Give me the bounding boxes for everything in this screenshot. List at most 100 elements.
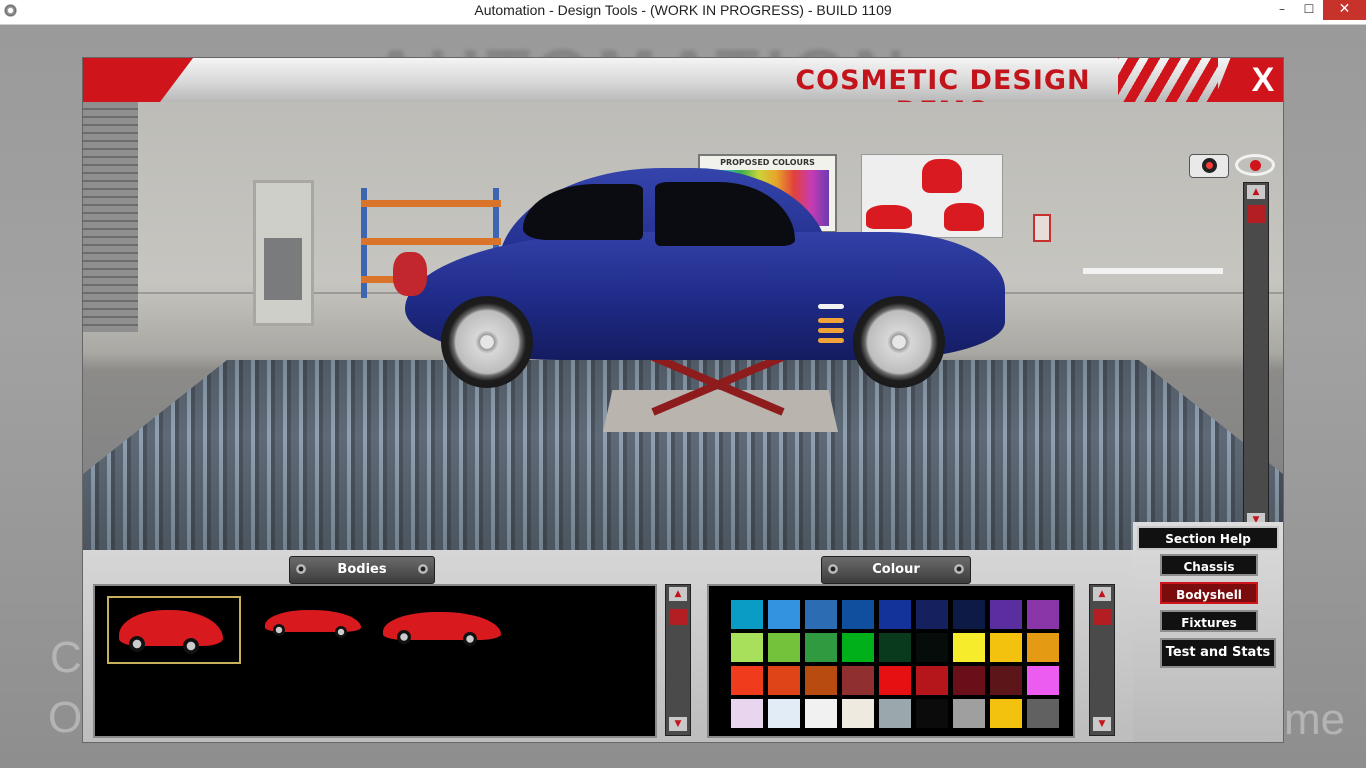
colour-swatch[interactable] — [805, 633, 837, 662]
colour-swatch[interactable] — [879, 633, 911, 662]
chevron-up-icon[interactable]: ▲ — [1093, 587, 1111, 601]
car-rear-window — [523, 184, 643, 240]
colour-swatch[interactable] — [953, 633, 985, 662]
garage-side-door — [253, 180, 314, 326]
rivet-icon — [296, 564, 306, 574]
colour-swatch[interactable] — [879, 699, 911, 728]
colour-swatch[interactable] — [916, 600, 948, 629]
bodies-title: Bodies — [337, 562, 387, 577]
door-window — [264, 238, 302, 300]
colour-swatch[interactable] — [842, 666, 874, 695]
colour-label: Colour — [821, 556, 971, 584]
colour-swatch[interactable] — [1027, 600, 1059, 629]
maximize-button[interactable]: ☐ — [1297, 0, 1321, 20]
scrollbar-thumb[interactable] — [669, 609, 687, 625]
body-thumb-hatchback[interactable] — [107, 596, 241, 664]
panel-title: COSMETIC DESIGN DEMO — [795, 65, 1091, 102]
window-titlebar: Automation - Design Tools - (WORK IN PRO… — [0, 0, 1366, 25]
bodyshell-button[interactable]: Bodyshell — [1160, 582, 1258, 604]
chevron-down-icon[interactable]: ▼ — [669, 717, 687, 731]
colour-swatch[interactable] — [953, 666, 985, 695]
extinguisher-sign — [1033, 214, 1051, 242]
car-vent — [818, 328, 844, 333]
colour-swatch[interactable] — [842, 699, 874, 728]
garage-door — [83, 102, 138, 332]
eye-icon[interactable] — [1235, 154, 1275, 176]
colour-swatch[interactable] — [768, 666, 800, 695]
colour-swatch[interactable] — [768, 699, 800, 728]
colour-swatch[interactable] — [805, 699, 837, 728]
colour-swatch[interactable] — [990, 633, 1022, 662]
colour-title: Colour — [872, 562, 920, 577]
window-close-button[interactable]: ✕ — [1323, 0, 1366, 20]
background-text: O — [48, 693, 83, 742]
colour-swatch[interactable] — [731, 666, 763, 695]
colour-swatch[interactable] — [731, 633, 763, 662]
thumb-wheel — [183, 638, 199, 654]
colour-swatch[interactable] — [953, 699, 985, 728]
car-viewport[interactable]: PROPOSED COLOURS ▲ ▼ — [83, 102, 1283, 550]
scrollbar-thumb[interactable] — [1247, 205, 1265, 223]
colour-swatch[interactable] — [916, 666, 948, 695]
bodies-list — [93, 584, 657, 738]
colour-scrollbar[interactable]: ▲ ▼ — [1089, 584, 1115, 736]
colour-swatch[interactable] — [879, 600, 911, 629]
panel-header: COSMETIC DESIGN DEMO X — [83, 58, 1283, 102]
test-and-stats-button[interactable]: Test and Stats — [1160, 638, 1276, 668]
minimize-button[interactable]: – — [1270, 0, 1294, 20]
section-help-button[interactable]: Section Help — [1137, 526, 1279, 550]
colour-swatch[interactable] — [1027, 633, 1059, 662]
car-model[interactable] — [393, 168, 1005, 398]
colour-swatch[interactable] — [731, 600, 763, 629]
colour-swatch[interactable] — [990, 600, 1022, 629]
scrollbar-thumb[interactable] — [1093, 609, 1111, 625]
panel-close-button[interactable]: X — [1243, 60, 1283, 100]
thumb-wheel — [335, 626, 347, 638]
colour-palette — [707, 584, 1075, 738]
car-rear-wheel — [441, 296, 533, 388]
bottom-controls: Bodies ▲ ▼ Colour ▲ ▼ — [83, 550, 1283, 742]
colour-swatch[interactable] — [953, 600, 985, 629]
colour-swatch[interactable] — [768, 633, 800, 662]
board-title: PROPOSED COLOURS — [720, 158, 815, 167]
colour-swatch[interactable] — [916, 699, 948, 728]
bodies-scrollbar[interactable]: ▲ ▼ — [665, 584, 691, 736]
colour-swatch[interactable] — [990, 666, 1022, 695]
colour-swatch[interactable] — [842, 600, 874, 629]
colour-swatch[interactable] — [990, 699, 1022, 728]
car-taillight — [393, 252, 427, 296]
background-text: me — [1284, 695, 1346, 744]
colour-swatch[interactable] — [768, 600, 800, 629]
chevron-up-icon[interactable]: ▲ — [1247, 185, 1265, 199]
body-thumb-coupe[interactable] — [377, 596, 507, 660]
chevron-down-icon[interactable]: ▼ — [1093, 717, 1111, 731]
thumb-wheel — [129, 636, 145, 652]
car-vent — [818, 338, 844, 343]
chassis-button[interactable]: Chassis — [1160, 554, 1258, 576]
header-stripes — [1118, 58, 1218, 102]
section-selector: Section Help Chassis Bodyshell Fixtures … — [1133, 522, 1283, 742]
eye-pupil — [1250, 160, 1261, 171]
camera-icon[interactable] — [1189, 154, 1229, 178]
colour-swatch[interactable] — [805, 600, 837, 629]
colour-swatch[interactable] — [916, 633, 948, 662]
background-text: C — [50, 633, 82, 682]
cosmetic-design-panel: COSMETIC DESIGN DEMO X PROPOSED COLOURS — [83, 58, 1283, 742]
bodies-label: Bodies — [289, 556, 435, 584]
workbench — [1083, 268, 1223, 274]
viewport-zoom-scrollbar[interactable]: ▲ ▼ — [1243, 182, 1269, 532]
car-front-wheel — [853, 296, 945, 388]
colour-swatch[interactable] — [1027, 666, 1059, 695]
thumb-wheel — [397, 630, 411, 644]
colour-swatch[interactable] — [1027, 699, 1059, 728]
body-thumb-sedan[interactable] — [255, 596, 365, 660]
chevron-up-icon[interactable]: ▲ — [669, 587, 687, 601]
colour-swatch[interactable] — [805, 666, 837, 695]
camera-lens — [1202, 158, 1217, 173]
thumb-wheel — [273, 624, 285, 636]
fixtures-button[interactable]: Fixtures — [1160, 610, 1258, 632]
window-title: Automation - Design Tools - (WORK IN PRO… — [474, 2, 892, 18]
colour-swatch[interactable] — [879, 666, 911, 695]
colour-swatch[interactable] — [842, 633, 874, 662]
colour-swatch[interactable] — [731, 699, 763, 728]
